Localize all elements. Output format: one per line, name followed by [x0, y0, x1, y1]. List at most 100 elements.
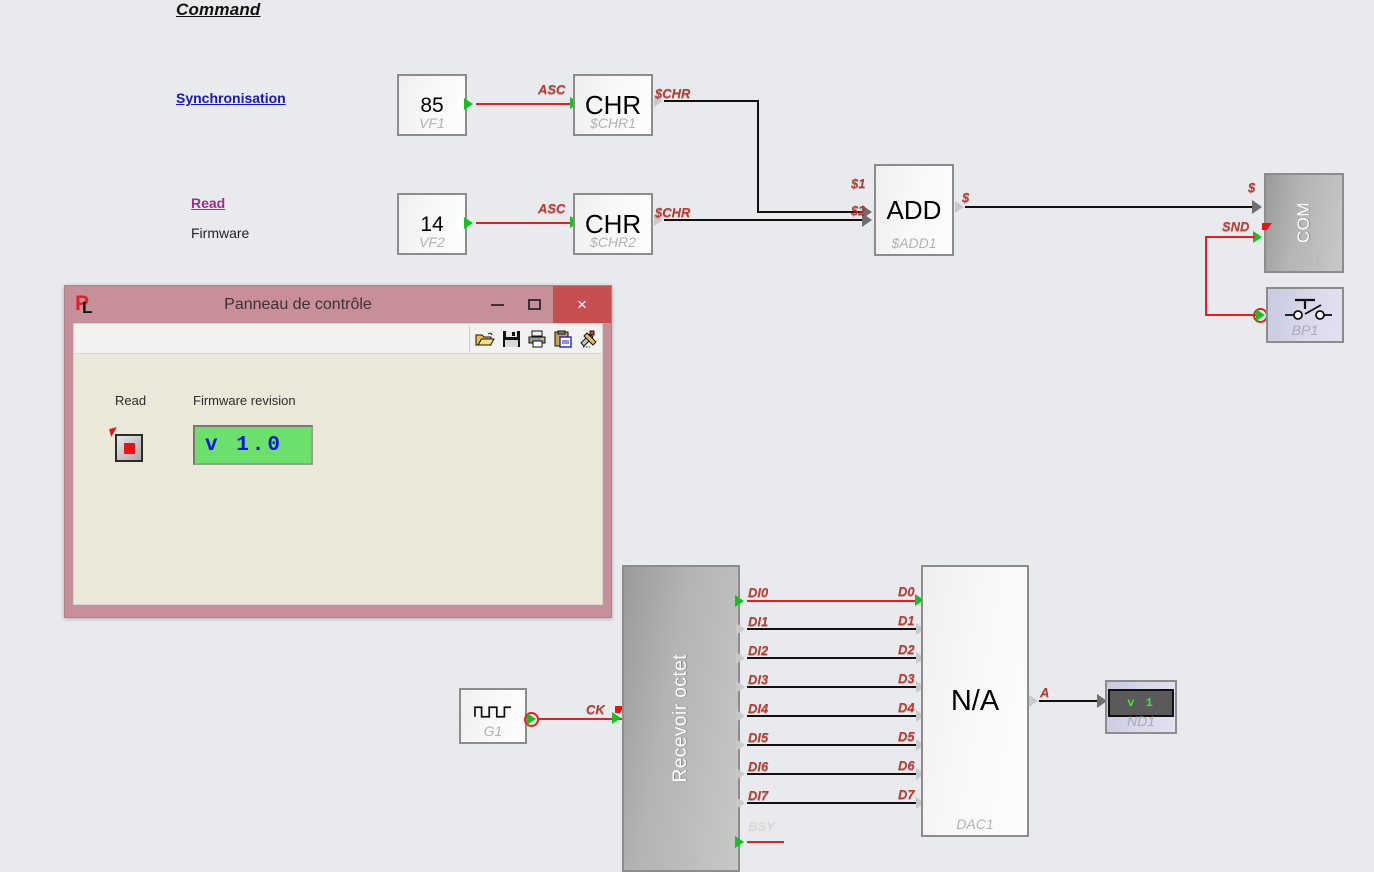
wire-chr1-seg2: [757, 100, 759, 213]
open-button[interactable]: [473, 327, 497, 351]
connector-crb2-di1[interactable]: [736, 623, 745, 635]
page-title: Command: [176, 0, 261, 19]
connector-crb2-di0[interactable]: [735, 595, 744, 607]
wire-di0-d0: [747, 600, 920, 602]
wire-snd-bottom: [1205, 314, 1260, 316]
port-label-d6: D6: [898, 758, 915, 773]
port-label-d4: D4: [898, 700, 915, 715]
block-vf2-tag: VF2: [419, 234, 445, 250]
block-add1-name: ADD: [886, 195, 942, 225]
minimize-icon: [491, 303, 504, 306]
port-label-d3: D3: [898, 671, 915, 686]
link-synchronisation[interactable]: Synchronisation: [176, 90, 286, 106]
port-label-di2: DI2: [748, 643, 769, 658]
save-button[interactable]: [499, 327, 523, 351]
dialog-read-label: Read: [115, 393, 147, 408]
block-vf1-value: 85: [420, 93, 444, 117]
maximize-button[interactable]: [516, 286, 553, 323]
port-label-asc-1: ASC: [538, 82, 566, 97]
block-chr2-tag: $CHR2: [590, 234, 636, 250]
connector-crb2-di6[interactable]: [736, 768, 745, 780]
block-add1[interactable]: ADD $ADD1: [874, 164, 954, 256]
tools-button[interactable]: [577, 327, 601, 351]
port-label-d2: D2: [898, 642, 915, 657]
wire-vf2-chr2: [476, 222, 570, 224]
port-label-d5: D5: [898, 729, 915, 744]
block-cs1-name: COM: [1294, 202, 1313, 244]
wire-snd-top: [1205, 236, 1255, 238]
connector-crb2-bsy[interactable]: [735, 836, 744, 848]
read-button[interactable]: [115, 434, 143, 462]
wire-di7-d7: [747, 802, 920, 804]
connector-crb2-ck-in[interactable]: [612, 712, 621, 724]
port-label-bsy: BSY: [748, 819, 775, 834]
firmware-revision-value: v 1.0: [193, 425, 313, 465]
connector-dac1-out[interactable]: [1029, 695, 1038, 707]
open-icon: [475, 332, 495, 345]
paste-icon: [554, 330, 572, 348]
wire-add-com: [965, 206, 1257, 208]
port-label-snd: SND: [1222, 219, 1250, 234]
block-add1-tag: $ADD1: [891, 235, 937, 251]
tools-icon: [580, 330, 597, 347]
block-dac1[interactable]: N/A DAC1: [921, 565, 1029, 837]
port-label-di7: DI7: [748, 788, 769, 803]
block-dac1-tag: DAC1: [956, 816, 994, 832]
block-nd1-tag: ND1: [1126, 713, 1155, 729]
port-label-add-in2: $2: [851, 203, 866, 218]
connector-bp1-out[interactable]: [1256, 309, 1265, 321]
wire-di2-d2: [747, 657, 920, 659]
connector-vf1-out[interactable]: [464, 98, 473, 110]
connector-vf2-out[interactable]: [464, 217, 473, 229]
minimize-button[interactable]: [479, 286, 516, 323]
block-crb2-tag: CRB2: [662, 851, 700, 867]
close-button[interactable]: ×: [553, 286, 611, 323]
port-label-d0: D0: [898, 584, 915, 599]
control-panel-window[interactable]: PL Panneau de contrôle ×: [64, 285, 612, 618]
wire-di5-d5: [747, 744, 920, 746]
wire-di6-d6: [747, 773, 920, 775]
block-crb2[interactable]: Recevoir octet CRB2: [622, 565, 740, 872]
connector-crb2-di5[interactable]: [736, 739, 745, 751]
wire-di1-d1: [747, 628, 920, 630]
connector-crb2-di7[interactable]: [736, 797, 745, 809]
port-label-add-out: $: [962, 190, 970, 205]
window-titlebar[interactable]: PL Panneau de contrôle ×: [65, 286, 611, 323]
paste-button[interactable]: [551, 327, 575, 351]
link-read[interactable]: Read: [191, 195, 225, 211]
wire-snd-vert: [1205, 236, 1207, 316]
block-g1[interactable]: G1: [459, 688, 527, 744]
square-wave-icon: [474, 706, 512, 718]
read-button-indicator-icon: [123, 442, 135, 454]
block-vf2-value: 14: [420, 212, 444, 236]
block-nd1[interactable]: v 1 ND1: [1105, 680, 1177, 734]
maximize-icon: [528, 299, 541, 310]
wire-chr1-seg1: [664, 100, 759, 102]
toolbar-separator: [469, 325, 470, 352]
save-icon: [502, 330, 520, 347]
block-chr2[interactable]: CHR $CHR2: [573, 193, 653, 255]
block-vf1-tag: VF1: [419, 115, 445, 131]
port-label-di6: DI6: [748, 759, 769, 774]
port-label-di4: DI4: [748, 701, 769, 716]
pushbutton-icon: [1285, 298, 1332, 320]
block-bp1[interactable]: BP1: [1266, 287, 1344, 343]
connector-com-in-dollar[interactable]: [1252, 200, 1262, 214]
print-button[interactable]: [525, 327, 549, 351]
block-chr1[interactable]: CHR $CHR1: [573, 74, 653, 136]
connector-crb2-di4[interactable]: [736, 710, 745, 722]
block-vf2[interactable]: 14 VF2: [397, 193, 467, 255]
block-g1-tag: G1: [483, 723, 503, 739]
block-dac1-name: N/A: [950, 684, 1000, 717]
connector-crb2-di3[interactable]: [736, 681, 745, 693]
wire-vf1-chr1: [476, 103, 570, 105]
connector-crb2-di2[interactable]: [736, 652, 745, 664]
block-cs1[interactable]: COM $CS1: [1264, 173, 1344, 273]
dialog-firmware-revision-label: Firmware revision: [193, 393, 296, 408]
block-vf1[interactable]: 85 VF1: [397, 74, 467, 136]
connector-g1-out[interactable]: [527, 713, 536, 725]
port-label-di3: DI3: [748, 672, 769, 687]
wire-g1-crb2: [538, 718, 622, 720]
block-crb2-name: Recevoir octet: [670, 654, 691, 783]
block-bp1-tag: BP1: [1291, 322, 1319, 338]
